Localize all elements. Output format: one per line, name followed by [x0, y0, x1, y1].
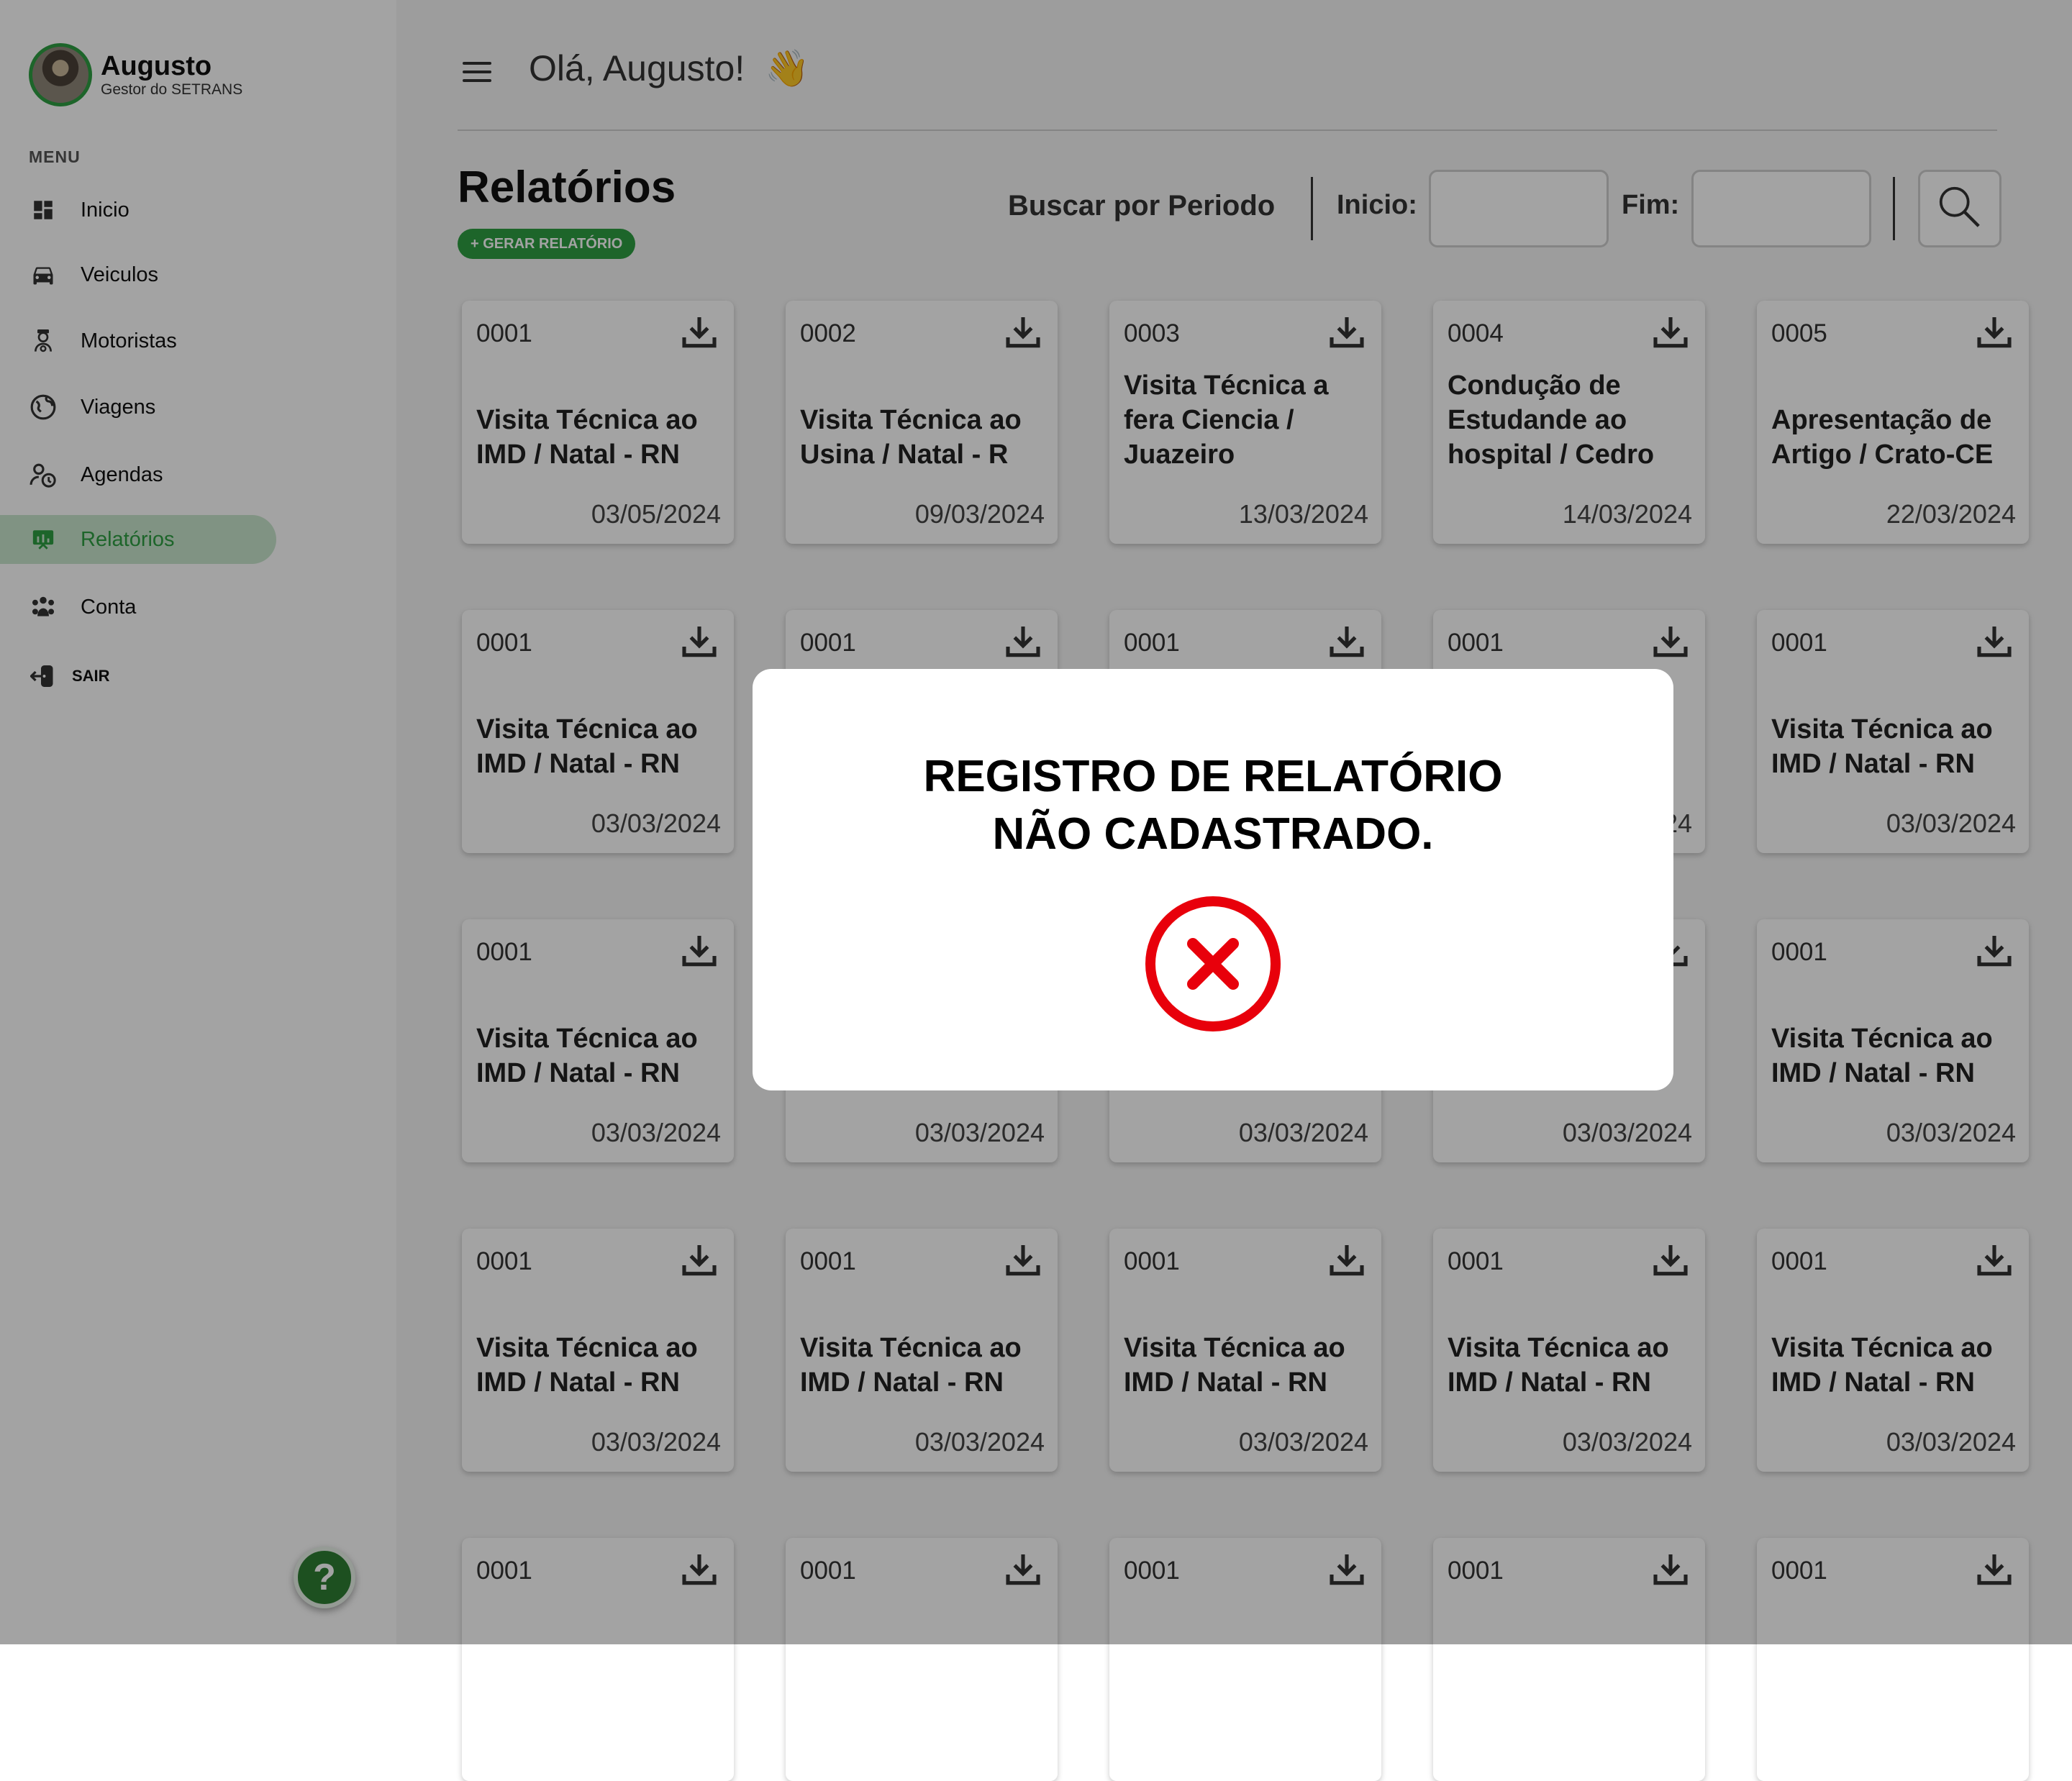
modal-title: REGISTRO DE RELATÓRIO NÃO CADASTRADO. [923, 752, 1503, 859]
error-x-icon [1144, 895, 1282, 1033]
error-modal: REGISTRO DE RELATÓRIO NÃO CADASTRADO. [753, 669, 1673, 1090]
